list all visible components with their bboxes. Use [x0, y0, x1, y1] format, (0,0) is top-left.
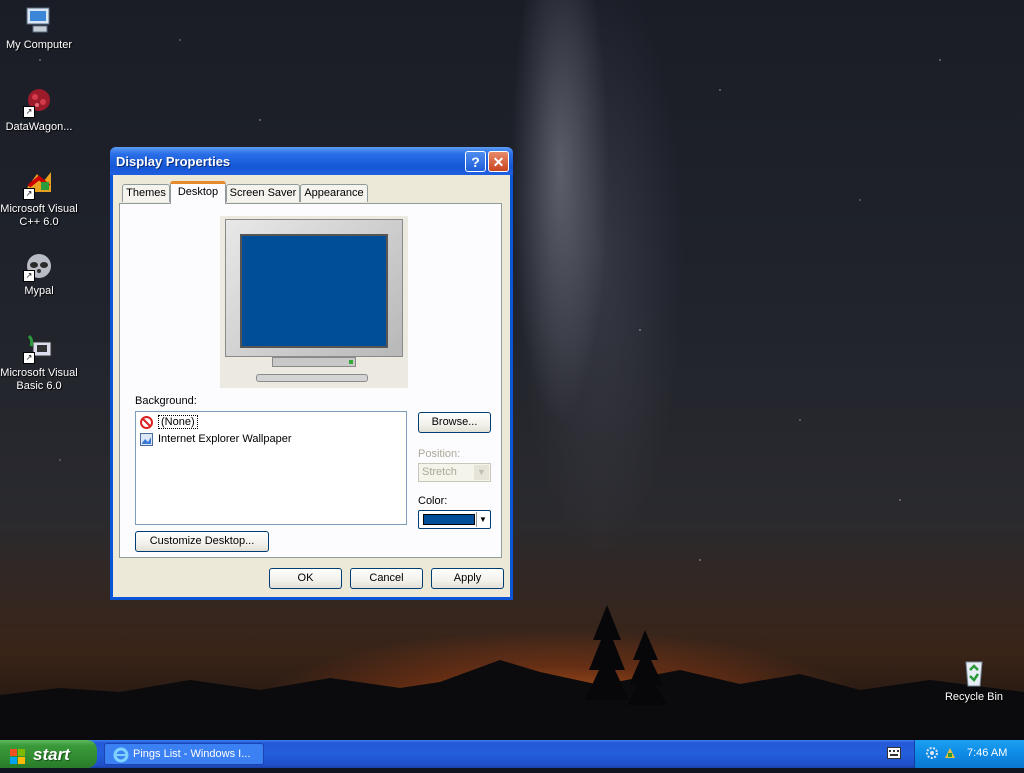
desktop-icon-label: Microsoft Visual C++ 6.0 [0, 203, 78, 228]
tab-appearance[interactable]: Appearance [300, 184, 368, 202]
desktop-icon-label: Recycle Bin [944, 691, 1004, 703]
pine-trees [585, 605, 667, 705]
gear-icon[interactable] [925, 746, 939, 760]
dialog-title: Display Properties [116, 154, 231, 169]
monitor-power-led [349, 360, 353, 364]
desktop-icon-recycle-bin[interactable]: Recycle Bin [935, 656, 1013, 704]
monitor-base [256, 374, 368, 382]
taskbar-item-label: Pings List - Windows I... [133, 748, 251, 760]
keyboard-language-icon[interactable] [887, 747, 901, 759]
close-icon: ✕ [492, 154, 505, 170]
desktop-icon-label: My Computer [5, 39, 73, 51]
system-tray: 7:46 AM [914, 740, 1024, 768]
monitor-screen-preview [240, 234, 388, 348]
desktop-icon-datawagon[interactable]: ↗ DataWagon... [0, 86, 78, 134]
windows-flag-icon [10, 746, 26, 764]
desktop-icon-label: DataWagon... [5, 121, 73, 133]
taskbar: start Pings List - Windows I... 7:46 AM [0, 740, 1024, 768]
monitor-preview [220, 216, 408, 388]
desktop-icon-visual-cpp[interactable]: ↗ Microsoft Visual C++ 6.0 [0, 168, 78, 229]
tab-screen-saver[interactable]: Screen Saver [226, 184, 300, 202]
position-label: Position: [418, 448, 461, 460]
tab-themes[interactable]: Themes [122, 184, 170, 202]
taskbar-item-pings-list[interactable]: Pings List - Windows I... [104, 743, 264, 765]
start-button[interactable]: start [0, 740, 97, 768]
color-picker-button[interactable]: ▼ [418, 510, 491, 529]
mountain-silhouette [0, 660, 1024, 740]
chevron-down-icon: ▼ [474, 465, 489, 480]
datawagon-icon: ↗ [23, 86, 55, 118]
list-item[interactable]: Internet Explorer Wallpaper [140, 431, 292, 447]
color-swatch [423, 514, 475, 525]
cancel-button[interactable]: Cancel [350, 568, 423, 589]
visual-basic-icon: ↗ [23, 332, 55, 364]
shortcut-arrow-icon: ↗ [23, 270, 35, 282]
shortcut-arrow-icon: ↗ [23, 106, 35, 118]
ok-button[interactable]: OK [269, 568, 342, 589]
desktop-icon-visual-basic[interactable]: ↗ Microsoft Visual Basic 6.0 [0, 332, 78, 393]
monitor-neck [272, 357, 356, 367]
dialog-client-area: Themes Desktop Screen Saver Appearance B… [113, 175, 510, 597]
desktop-tab-panel: Background: (None) Internet Explorer Wal… [119, 203, 502, 558]
browse-button[interactable]: Browse... [418, 412, 491, 433]
background-listbox[interactable]: (None) Internet Explorer Wallpaper [135, 411, 407, 525]
apply-button[interactable]: Apply [431, 568, 504, 589]
display-properties-dialog: Display Properties ? ✕ Themes Desktop Sc… [110, 147, 513, 600]
visual-cpp-icon: ↗ [23, 168, 55, 200]
internet-explorer-icon [113, 747, 129, 763]
close-button[interactable]: ✕ [488, 151, 509, 172]
recycle-bin-icon [958, 656, 990, 688]
chevron-down-icon: ▼ [476, 512, 489, 527]
none-prohibited-icon [140, 416, 153, 429]
position-select[interactable]: Stretch ▼ [418, 463, 491, 482]
help-button[interactable]: ? [465, 151, 486, 172]
shortcut-arrow-icon: ↗ [23, 352, 35, 364]
mypal-raccoon-icon: ↗ [23, 250, 55, 282]
tab-desktop[interactable]: Desktop [170, 181, 226, 204]
dialog-titlebar[interactable]: Display Properties ? ✕ [110, 147, 513, 175]
network-icon[interactable] [943, 746, 957, 760]
wallpaper-image-icon [140, 433, 153, 446]
background-label: Background: [135, 395, 197, 407]
monitor-frame [225, 219, 403, 357]
my-computer-icon [23, 4, 55, 36]
color-label: Color: [418, 495, 448, 507]
start-label: start [33, 745, 70, 764]
clock[interactable]: 7:46 AM [967, 747, 1007, 759]
desktop-icon-label: Microsoft Visual Basic 6.0 [0, 367, 78, 392]
question-mark-icon: ? [471, 154, 480, 170]
list-item[interactable]: (None) [140, 414, 198, 430]
desktop-icon-mypal[interactable]: ↗ Mypal [0, 250, 78, 298]
desktop-icon-my-computer[interactable]: My Computer [0, 4, 78, 52]
desktop-icon-label: Mypal [24, 285, 54, 297]
customize-desktop-button[interactable]: Customize Desktop... [135, 531, 269, 552]
shortcut-arrow-icon: ↗ [23, 188, 35, 200]
